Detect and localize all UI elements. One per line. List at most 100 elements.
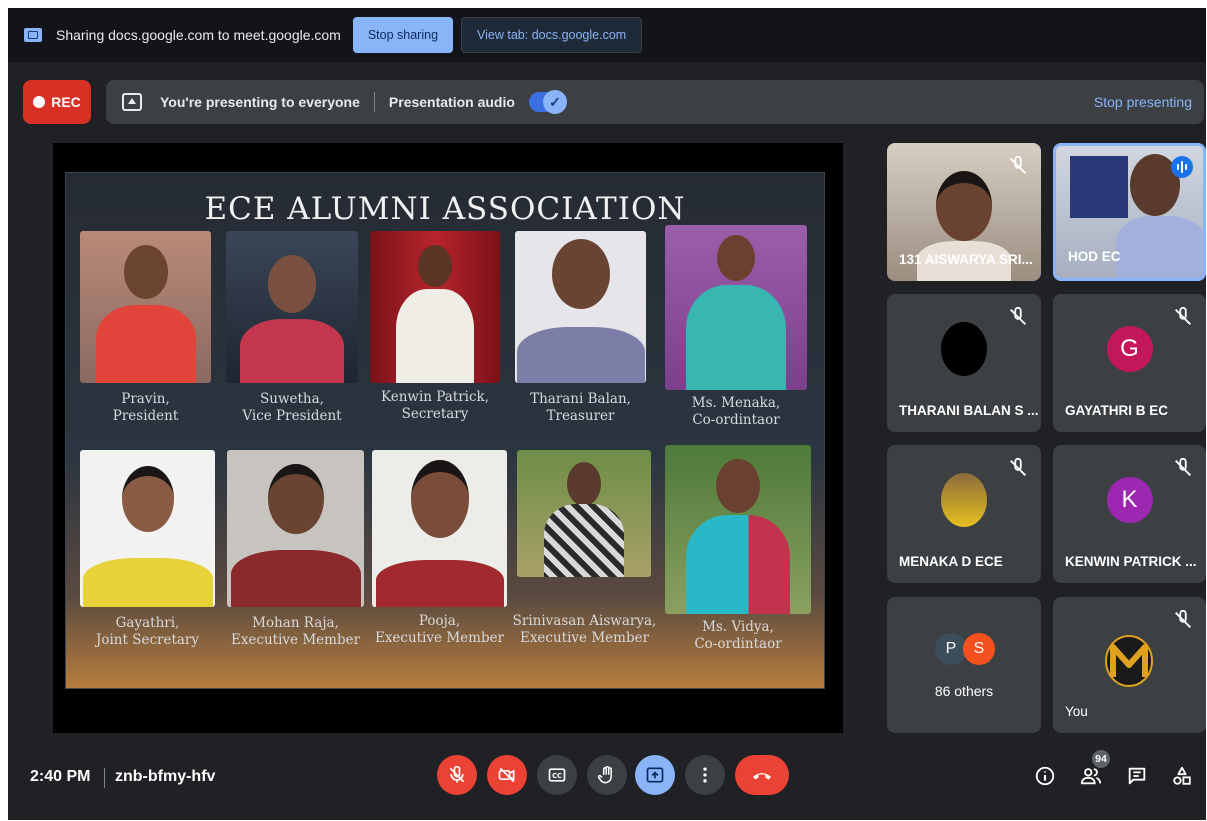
- presenting-bar: You're presenting to everyone Presentati…: [106, 80, 1204, 124]
- member-photo-pooja: [372, 450, 507, 607]
- people-count-badge: 94: [1092, 750, 1110, 768]
- divider: [104, 768, 105, 788]
- mic-off-icon: [1010, 155, 1026, 174]
- participant-tile[interactable]: MENAKA D ECE: [887, 445, 1041, 583]
- check-icon: ✓: [542, 90, 567, 114]
- presentation-stage: ECE ALUMNI ASSOCIATION Pravin, President…: [53, 143, 843, 733]
- stop-presenting-button[interactable]: Stop presenting: [1094, 94, 1192, 110]
- presentation-audio-label: Presentation audio: [388, 94, 515, 110]
- member-name: Suwetha,: [260, 391, 324, 407]
- mic-off-icon: [1175, 609, 1191, 628]
- participant-name: HOD EC: [1068, 249, 1121, 264]
- more-options-button[interactable]: [685, 755, 725, 795]
- participant-name: 131 AISWARYA SRI...: [899, 252, 1033, 267]
- people-icon[interactable]: [1080, 765, 1102, 787]
- leave-call-button[interactable]: [735, 755, 789, 795]
- recording-indicator[interactable]: REC: [23, 80, 91, 124]
- captions-button[interactable]: CC: [537, 755, 577, 795]
- speaking-indicator-icon: [1171, 156, 1193, 178]
- more-vert-icon: [703, 767, 707, 783]
- chat-icon[interactable]: [1126, 765, 1148, 787]
- present-button[interactable]: [635, 755, 675, 795]
- mic-off-icon: [1175, 306, 1191, 325]
- participant-tile[interactable]: THARANI BALAN S ...: [887, 294, 1041, 432]
- hand-icon: [597, 765, 612, 784]
- captions-icon: CC: [548, 768, 566, 782]
- record-dot-icon: [33, 96, 46, 108]
- member-photo-mohan: [227, 450, 364, 607]
- member-photo-kenwin: [370, 231, 500, 383]
- member-name: Srinivasan Aiswarya,: [512, 613, 657, 629]
- member-role: Co-ordintaor: [694, 636, 782, 652]
- member-name: Kenwin Patrick,: [380, 389, 490, 405]
- member-photo-srinivasan: [517, 450, 651, 577]
- view-tab-button[interactable]: View tab: docs.google.com: [461, 17, 643, 53]
- presentation-audio-toggle[interactable]: ✓: [528, 90, 567, 114]
- self-tile[interactable]: You: [1053, 597, 1206, 733]
- sharing-status-text: Sharing docs.google.com to meet.google.c…: [56, 27, 341, 43]
- divider: [373, 92, 375, 112]
- camera-off-icon: [498, 767, 515, 783]
- participant-tile[interactable]: K KENWIN PATRICK ...: [1053, 445, 1206, 583]
- member-name: Pravin,: [121, 391, 170, 407]
- slide: ECE ALUMNI ASSOCIATION Pravin, President…: [65, 172, 825, 689]
- stop-sharing-button[interactable]: Stop sharing: [352, 17, 454, 53]
- avatar: [941, 322, 987, 377]
- participant-tile[interactable]: 131 AISWARYA SRI...: [887, 143, 1041, 281]
- participant-name: MENAKA D ECE: [899, 554, 1003, 569]
- avatar: G: [1106, 326, 1153, 373]
- participant-name: THARANI BALAN S ...: [899, 403, 1039, 418]
- member-photo-suwetha: [226, 231, 358, 383]
- slide-title: ECE ALUMNI ASSOCIATION: [204, 191, 686, 227]
- present-screen-icon: [122, 93, 142, 111]
- presenting-status-text: You're presenting to everyone: [160, 94, 360, 110]
- member-photo-menaka: [665, 225, 807, 390]
- avatar: S: [963, 633, 995, 665]
- camera-button[interactable]: [487, 755, 527, 795]
- others-count-label: 86 others: [934, 683, 994, 699]
- present-screen-icon: [646, 767, 664, 783]
- member-role: Executive Member: [519, 630, 650, 646]
- participant-tile[interactable]: HOD EC: [1053, 143, 1206, 281]
- mic-off-icon: [1175, 457, 1191, 476]
- participant-name: GAYATHRI B EC: [1065, 403, 1169, 418]
- clock: 2:40 PM: [30, 768, 91, 785]
- mic-off-icon: [1010, 457, 1026, 476]
- member-role: Co-ordintaor: [692, 412, 780, 428]
- member-photo-gayathri: [80, 450, 215, 607]
- microphone-button[interactable]: [437, 755, 477, 795]
- meeting-details-icon[interactable]: [1034, 765, 1056, 787]
- member-name: Mohan Raja,: [252, 615, 339, 631]
- meet-window: Sharing docs.google.com to meet.google.c…: [8, 8, 1206, 820]
- others-tile[interactable]: P S 86 others: [887, 597, 1041, 733]
- logo-icon: [1105, 635, 1153, 687]
- member-photo-pravin: [80, 231, 211, 383]
- member-name: Ms. Menaka,: [691, 395, 781, 411]
- raise-hand-button[interactable]: [587, 755, 627, 795]
- member-role: President: [112, 408, 179, 424]
- avatar: [941, 473, 987, 528]
- mic-off-icon: [449, 765, 465, 783]
- member-name: Pooja,: [418, 613, 461, 629]
- activities-icon[interactable]: [1171, 765, 1193, 787]
- member-role: Joint Secretary: [95, 632, 200, 648]
- participant-tile[interactable]: G GAYATHRI B EC: [1053, 294, 1206, 432]
- participant-name: You: [1065, 704, 1088, 719]
- svg-text:CC: CC: [552, 772, 562, 780]
- member-role: Secretary: [401, 406, 469, 422]
- participant-name: KENWIN PATRICK ...: [1065, 554, 1197, 569]
- member-name: Gayathri,: [115, 615, 180, 631]
- participant-video: [936, 171, 992, 241]
- screen-share-bar: Sharing docs.google.com to meet.google.c…: [8, 8, 1206, 62]
- member-role: Vice President: [242, 408, 342, 424]
- screen-share-icon: [24, 28, 42, 42]
- member-name: Tharani Balan,: [530, 391, 631, 407]
- member-photo-tharani: [515, 231, 646, 383]
- member-role: Executive Member: [374, 630, 505, 646]
- meeting-code[interactable]: znb-bfmy-hfv: [115, 768, 215, 786]
- member-name: Ms. Vidya,: [702, 619, 774, 635]
- mic-off-icon: [1010, 306, 1026, 325]
- member-role: Treasurer: [546, 408, 615, 424]
- end-call-icon: [753, 773, 771, 780]
- avatar: K: [1106, 477, 1153, 524]
